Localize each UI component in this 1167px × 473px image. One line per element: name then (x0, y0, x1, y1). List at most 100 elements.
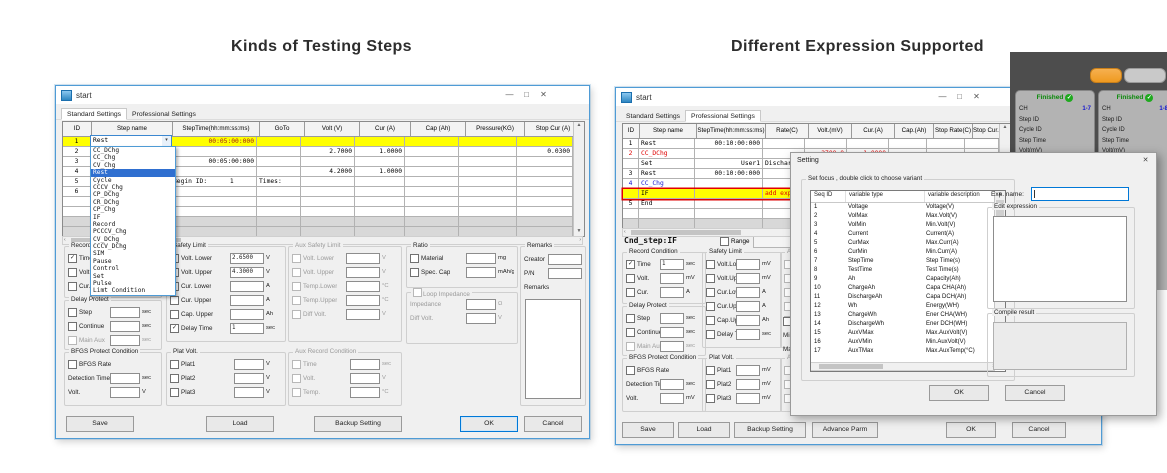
checkbox[interactable] (706, 394, 715, 403)
checkbox[interactable] (706, 302, 715, 311)
variable-row[interactable]: 2VolMaxMax.Volt(V) (811, 212, 1005, 221)
checkbox[interactable]: ✓ (170, 324, 179, 333)
item-input[interactable] (110, 373, 140, 384)
exp-name-input[interactable] (1031, 187, 1129, 201)
dropdown-item[interactable]: CC_Chg (91, 154, 175, 161)
item-input[interactable] (660, 313, 684, 324)
variable-row[interactable]: 11DischargeAhCapa DCH(Ah) (811, 293, 1005, 302)
item-input[interactable] (110, 307, 140, 318)
item-input[interactable] (346, 295, 380, 306)
checkbox[interactable] (170, 388, 179, 397)
dropdown-item[interactable]: IF (91, 214, 175, 221)
checkbox[interactable] (292, 388, 301, 397)
save-button[interactable]: Save (622, 422, 674, 438)
item-input[interactable] (230, 295, 264, 306)
item-input[interactable] (234, 359, 264, 370)
checkbox[interactable] (170, 374, 179, 383)
variable-row[interactable]: 5CurMaxMax.Curr(A) (811, 239, 1005, 248)
variable-row[interactable]: 3VolMinMin.Volt(V) (811, 221, 1005, 230)
checkbox[interactable] (706, 274, 715, 283)
item-input[interactable] (350, 359, 380, 370)
maximize-button[interactable]: □ (951, 90, 968, 103)
variable-row[interactable]: 13ChargeWhEner CHA(WH) (811, 311, 1005, 320)
scroll-thumb[interactable] (819, 364, 883, 369)
dropdown-item[interactable]: Pause (91, 258, 175, 265)
tab-standard-settings[interactable]: Standard Settings (621, 111, 685, 121)
dropdown-item[interactable]: CP_DChg (91, 191, 175, 198)
item-input[interactable]: 4.3000 (230, 267, 264, 278)
item-input[interactable] (736, 379, 760, 390)
checkbox[interactable] (292, 360, 301, 369)
variable-row[interactable]: 1VoltageVoltage(V) (811, 203, 1005, 212)
item-input[interactable] (346, 253, 380, 264)
item-input[interactable] (230, 309, 264, 320)
item-input[interactable] (660, 273, 684, 284)
dropdown-item[interactable]: Cycle (91, 177, 175, 184)
dropdown-item[interactable]: SIM (91, 250, 175, 257)
checkbox[interactable] (626, 274, 635, 283)
backup-setting-button[interactable]: Backup Setting (314, 416, 402, 432)
checkbox[interactable] (170, 310, 179, 319)
item-input[interactable] (234, 373, 264, 384)
table-vertical-scrollbar[interactable]: ▲▼ (573, 122, 584, 236)
variable-row[interactable]: 6CurMinMin.Curr(A) (811, 248, 1005, 257)
item-input[interactable] (346, 281, 380, 292)
minimize-button[interactable]: — (934, 90, 951, 103)
item-input[interactable] (736, 273, 760, 284)
minimize-button[interactable]: — (501, 88, 518, 101)
dropdown-item[interactable]: Pulse (91, 280, 175, 287)
dropdown-item[interactable]: CR_DChg (91, 199, 175, 206)
checkbox[interactable] (706, 260, 715, 269)
save-button[interactable]: Save (66, 416, 134, 432)
checkbox[interactable]: ✓ (626, 260, 635, 269)
item-input[interactable] (736, 329, 760, 340)
checkbox[interactable] (706, 288, 715, 297)
close-button[interactable]: ✕ (968, 90, 985, 103)
item-input[interactable] (230, 281, 264, 292)
dropdown-item[interactable]: CV_Chg (91, 162, 175, 169)
item-input[interactable] (110, 321, 140, 332)
cancel-button[interactable]: Cancel (1012, 422, 1066, 438)
dropdown-item[interactable]: Record (91, 221, 175, 228)
dropdown-item[interactable]: CC_DChg (91, 147, 175, 154)
left-window-titlebar[interactable]: start — □ ✕ (56, 86, 589, 104)
checkbox[interactable] (292, 268, 301, 277)
tab-professional-settings[interactable]: Professional Settings (685, 110, 761, 122)
load-button[interactable]: Load (678, 422, 730, 438)
checkbox[interactable] (410, 254, 419, 263)
expression-textarea[interactable] (993, 216, 1127, 302)
close-icon[interactable]: ✕ (1139, 155, 1152, 166)
ok-button[interactable]: OK (946, 422, 996, 438)
item-input[interactable] (466, 253, 496, 264)
checkbox[interactable] (626, 314, 635, 323)
dropdown-item[interactable]: Rest (91, 169, 175, 176)
dropdown-item[interactable]: CP_Chg (91, 206, 175, 213)
dropdown-item[interactable]: PCCCV_Chg (91, 228, 175, 235)
ok-button[interactable]: OK (460, 416, 518, 432)
list-horizontal-scrollbar[interactable]: › (811, 362, 995, 371)
item-input[interactable] (234, 387, 264, 398)
checkbox[interactable]: ✓ (68, 254, 77, 263)
item-input[interactable]: 1 (660, 259, 684, 270)
item-input[interactable] (350, 373, 380, 384)
close-button[interactable]: ✕ (535, 88, 552, 101)
checkbox[interactable] (410, 268, 419, 277)
variable-row[interactable]: 15AuxVMaxMax.AuxVolt(V) (811, 329, 1005, 338)
checkbox[interactable] (706, 330, 715, 339)
orange-toolbar-button[interactable] (1090, 68, 1122, 83)
group-title-checkbox[interactable] (413, 288, 422, 297)
dropdown-item[interactable]: CCCV_Chg (91, 184, 175, 191)
item-input[interactable] (346, 267, 380, 278)
checkbox[interactable] (292, 310, 301, 319)
item-input[interactable] (660, 341, 684, 352)
dropdown-item[interactable]: Limt Condition (91, 287, 175, 294)
variable-row[interactable]: 9AhCapacity(Ah) (811, 275, 1005, 284)
remarks-textarea[interactable] (525, 299, 581, 399)
checkbox[interactable] (170, 360, 179, 369)
range-checkbox[interactable] (720, 237, 729, 246)
checkbox[interactable] (292, 374, 301, 383)
setting-ok-button[interactable]: OK (929, 385, 989, 401)
item-input[interactable] (736, 365, 760, 376)
checkbox[interactable] (68, 282, 77, 291)
scroll-left-arrow[interactable]: ‹ (624, 229, 626, 236)
